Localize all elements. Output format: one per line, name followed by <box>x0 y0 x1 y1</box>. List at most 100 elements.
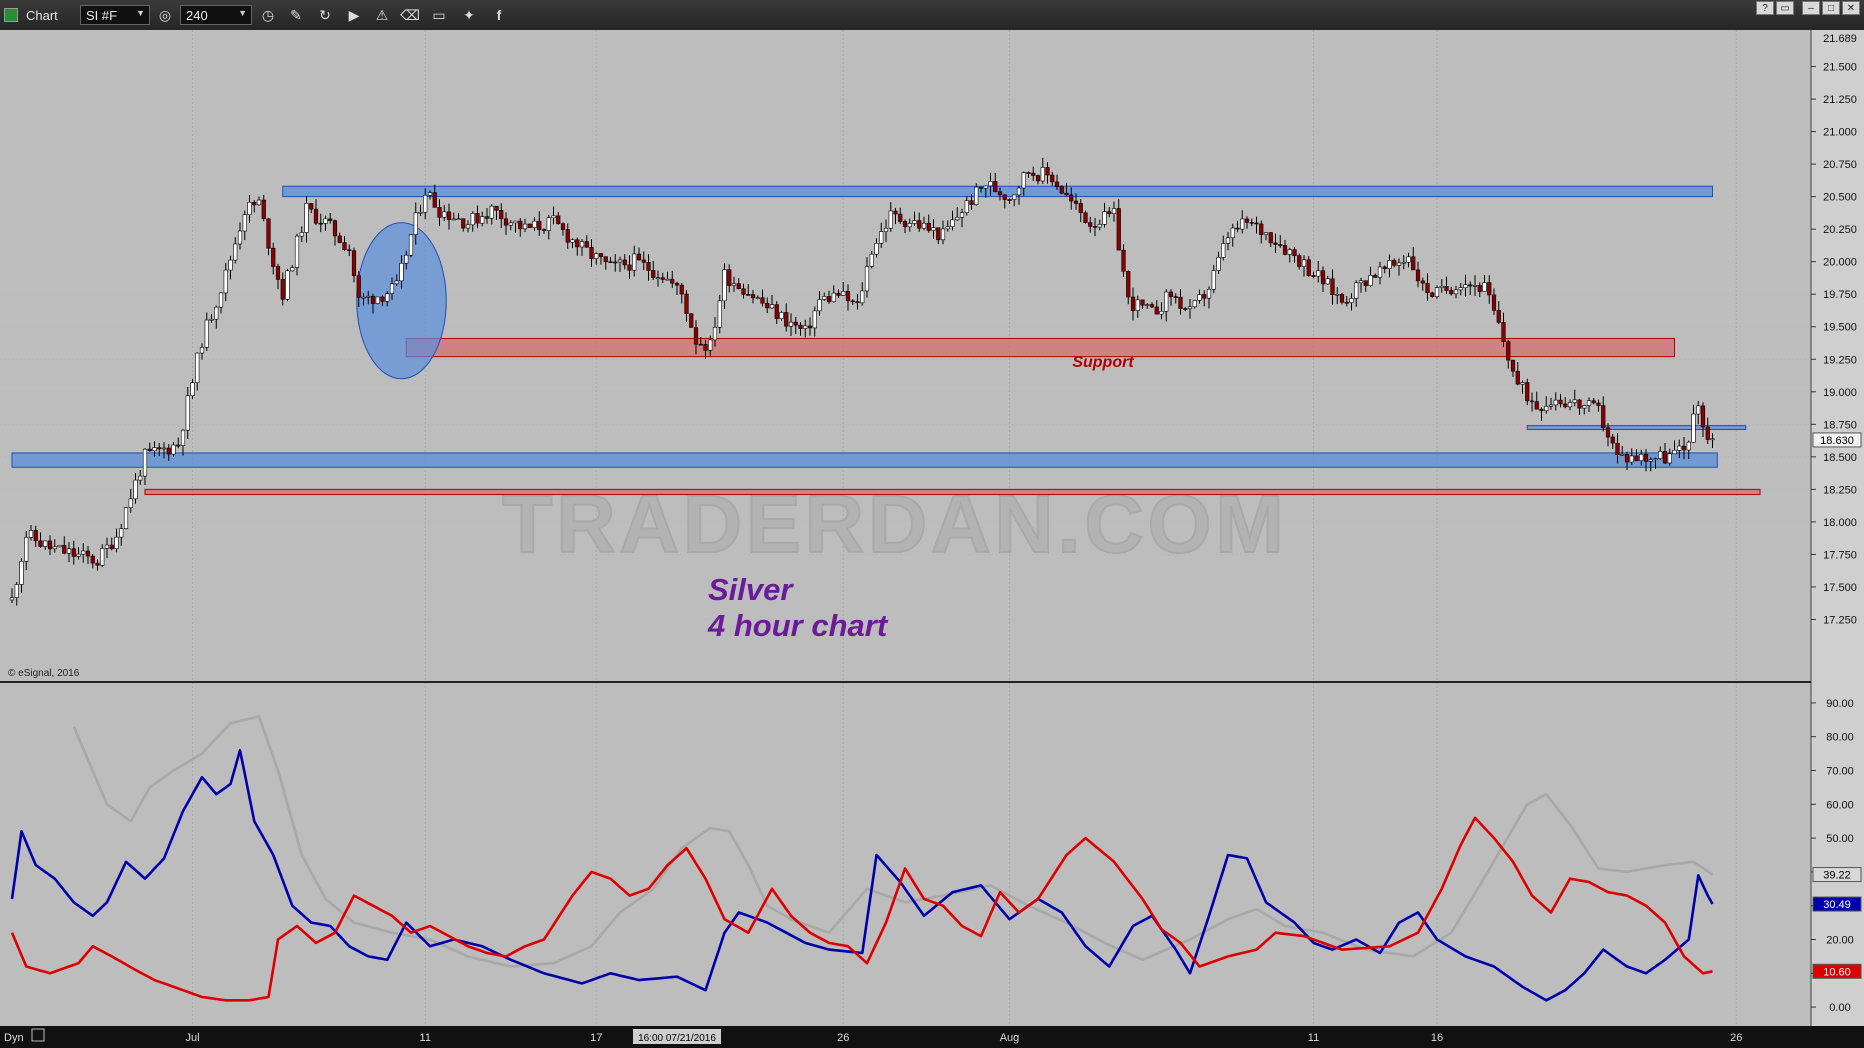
chevron-down-icon[interactable]: ▼ <box>136 8 145 18</box>
chart-window-tab[interactable]: Chart <box>4 0 58 30</box>
candle <box>1477 285 1482 292</box>
candle <box>513 220 518 224</box>
candle <box>1021 172 1026 189</box>
candle <box>1149 304 1155 308</box>
candle <box>81 550 86 555</box>
toolbar: Chart SI #F ▼ ◎ 240 ▼ ◷ ✎ ↻ ▶ ⚠ ⌫ ▭ ✦ f … <box>0 0 1864 31</box>
candle <box>1453 289 1459 295</box>
candle <box>176 444 181 447</box>
candle <box>1667 453 1672 464</box>
interval-input[interactable]: 240 ▼ <box>180 5 252 25</box>
candle <box>1439 285 1444 288</box>
comment-icon[interactable]: ▭ <box>430 6 448 24</box>
candle <box>1529 400 1535 403</box>
candle <box>931 227 936 231</box>
time-tick-label: 26 <box>837 1032 849 1044</box>
candle <box>1444 285 1449 291</box>
price-tick-label: 18.000 <box>1823 517 1857 529</box>
candle <box>1026 172 1031 174</box>
candle <box>826 296 832 303</box>
candle <box>812 310 817 329</box>
candle <box>1582 405 1587 409</box>
candle <box>1563 403 1568 408</box>
play-icon[interactable]: ▶ <box>345 6 363 24</box>
candle <box>722 269 727 302</box>
help-button[interactable]: ? <box>1756 1 1774 15</box>
candle <box>33 530 38 542</box>
support-band[interactable] <box>11 452 1718 468</box>
candle <box>1653 458 1658 461</box>
restore-button[interactable]: ▭ <box>1776 1 1794 15</box>
chevron-down-icon[interactable]: ▼ <box>238 8 247 18</box>
candle <box>1463 284 1468 289</box>
candle <box>869 253 874 267</box>
candle <box>746 294 751 296</box>
maximize-button[interactable]: □ <box>1822 1 1840 15</box>
time-tick-label: 11 <box>1308 1032 1319 1044</box>
candle <box>480 216 485 224</box>
resistance-band[interactable] <box>1526 425 1747 431</box>
candle <box>983 185 988 189</box>
price-tick-label: 18.250 <box>1823 484 1857 496</box>
footer-left-label[interactable]: Dyn <box>4 1032 24 1044</box>
chart-area[interactable]: TRADERDAN.COM Support Silver 4 hour char… <box>0 30 1864 1048</box>
candle <box>237 230 243 245</box>
candle <box>1031 172 1036 176</box>
candle <box>100 548 105 566</box>
candle <box>803 325 808 329</box>
candle <box>1273 242 1278 245</box>
minimize-button[interactable]: – <box>1802 1 1820 15</box>
candle <box>347 249 352 252</box>
support-band[interactable] <box>144 488 1761 496</box>
candle <box>351 250 357 277</box>
price-tick-label: 19.750 <box>1823 289 1857 301</box>
candle <box>375 296 380 304</box>
candle <box>537 220 542 230</box>
eraser-icon[interactable]: ⌫ <box>400 6 420 24</box>
candle <box>418 211 423 214</box>
candle <box>1154 306 1159 315</box>
highlight-ellipse[interactable] <box>356 222 447 380</box>
pencil-icon[interactable]: ✎ <box>287 6 305 24</box>
candle <box>608 261 613 264</box>
alert-icon[interactable]: ⚠ <box>373 6 391 24</box>
candle <box>822 296 827 300</box>
symbol-input[interactable]: SI #F ▼ <box>80 5 150 25</box>
candle <box>1449 290 1454 295</box>
price-tick-label: 20.000 <box>1823 257 1857 269</box>
candle <box>1268 232 1273 244</box>
resistance-band[interactable] <box>282 185 1713 198</box>
candle <box>831 292 836 303</box>
refresh-icon[interactable]: ↻ <box>316 6 334 24</box>
candle <box>1544 406 1549 412</box>
chart-label-line1: Silver <box>708 572 794 607</box>
candle <box>1596 402 1601 406</box>
candle <box>1107 211 1112 215</box>
candle <box>755 297 760 300</box>
candle <box>1349 298 1354 303</box>
candle <box>522 223 528 230</box>
candle <box>1677 445 1682 451</box>
indicator-value-label: 30.49 <box>1823 899 1851 911</box>
twitter-icon[interactable]: ✦ <box>460 6 478 24</box>
candle <box>404 254 409 264</box>
chart-app-icon <box>4 8 18 22</box>
candle <box>936 227 941 241</box>
candle <box>247 202 252 215</box>
support-band[interactable] <box>405 337 1675 358</box>
candle <box>570 239 575 243</box>
candle <box>1662 451 1668 464</box>
close-button[interactable]: ✕ <box>1842 1 1860 15</box>
candle <box>1387 260 1392 269</box>
candle <box>1111 208 1117 215</box>
candle <box>750 294 756 299</box>
facebook-icon[interactable]: f <box>490 6 508 24</box>
candle <box>1259 223 1264 235</box>
candle <box>123 507 129 529</box>
candle <box>950 219 955 228</box>
clock-icon[interactable]: ◷ <box>259 6 277 24</box>
timer-icon[interactable]: ◎ <box>156 6 174 24</box>
candle <box>760 297 765 304</box>
candle <box>636 253 642 261</box>
candle <box>708 339 713 351</box>
